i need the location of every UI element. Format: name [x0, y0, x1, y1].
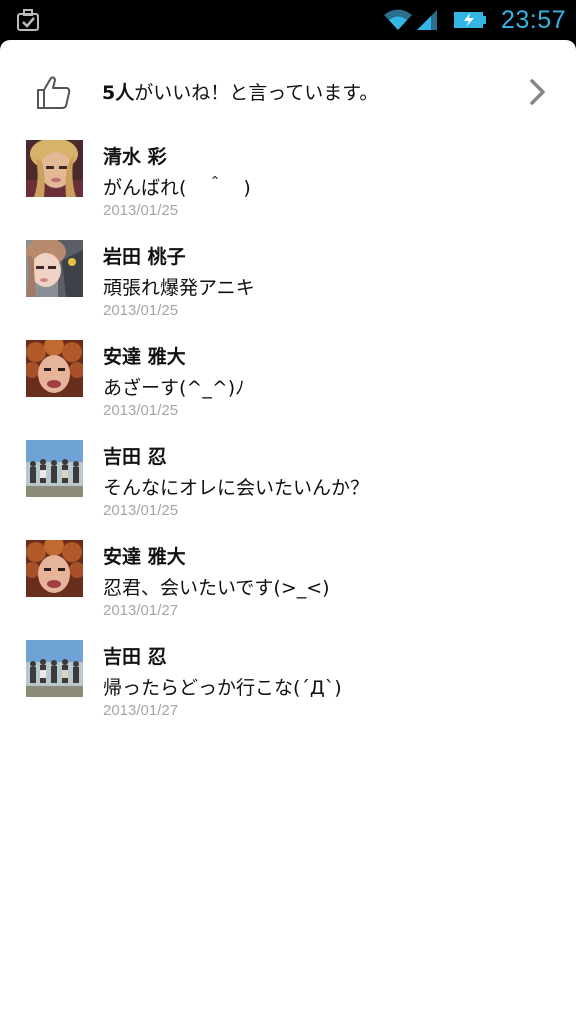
- comment-item: 吉田 忍 そんなにオレに会いたいんか？ 2013/01/25: [0, 440, 576, 536]
- clock: 23:57: [500, 5, 566, 34]
- avatar[interactable]: [26, 540, 83, 597]
- likes-comments-panel: 5人がいいね！と言っています。 清水 彩 がんばれ( ＾ ) 2013/01/2…: [0, 40, 576, 1024]
- commenter-name[interactable]: 安達 雅大: [103, 342, 186, 369]
- comment-date: 2013/01/27: [103, 702, 179, 719]
- battery-charging-icon: [453, 12, 486, 28]
- comment-date: 2013/01/27: [103, 602, 179, 619]
- avatar[interactable]: [26, 640, 83, 697]
- status-bar: 23:57: [0, 0, 576, 40]
- comment-text: そんなにオレに会いたいんか？: [103, 477, 370, 499]
- comment-item: 吉田 忍 帰ったらどっか行こな(´Д`) 2013/01/27: [0, 640, 576, 736]
- commenter-name[interactable]: 安達 雅大: [103, 542, 186, 569]
- comment-text: 帰ったらどっか行こな(´Д`): [103, 677, 342, 699]
- comment-date: 2013/01/25: [103, 202, 179, 219]
- thumbs-up-icon: [37, 76, 71, 109]
- comment-date: 2013/01/25: [103, 402, 179, 419]
- comment-item: 清水 彩 がんばれ( ＾ ) 2013/01/25: [0, 140, 576, 236]
- wifi-icon: [383, 9, 412, 30]
- likes-suffix: がいいね！と言っています。: [134, 82, 379, 104]
- comment-text: がんばれ( ＾ ): [103, 177, 251, 199]
- commenter-name[interactable]: 岩田 桃子: [103, 242, 186, 269]
- likes-count-text: 5人がいいね！と言っています。: [102, 78, 378, 105]
- likes-count: 5人: [102, 82, 135, 104]
- comment-text: 頑張れ爆発アニキ: [103, 277, 255, 299]
- avatar[interactable]: [26, 140, 83, 197]
- signal-icon: [416, 10, 437, 30]
- comment-text: 忍君、会いたいです(>_<): [103, 577, 330, 599]
- commenter-name[interactable]: 清水 彩: [103, 142, 167, 169]
- comment-item: 岩田 桃子 頑張れ爆発アニキ 2013/01/25: [0, 240, 576, 336]
- avatar[interactable]: [26, 240, 83, 297]
- comment-date: 2013/01/25: [103, 302, 179, 319]
- comment-item: 安達 雅大 あざーす(^_^)ﾉ 2013/01/25: [0, 340, 576, 436]
- comment-item: 安達 雅大 忍君、会いたいです(>_<) 2013/01/27: [0, 540, 576, 636]
- comment-text: あざーす(^_^)ﾉ: [103, 377, 245, 399]
- comment-date: 2013/01/25: [103, 502, 179, 519]
- commenter-name[interactable]: 吉田 忍: [103, 442, 167, 469]
- chevron-right-icon[interactable]: [528, 78, 548, 106]
- avatar[interactable]: [26, 340, 83, 397]
- notification-checkmark-icon: [17, 9, 39, 31]
- avatar[interactable]: [26, 440, 83, 497]
- commenter-name[interactable]: 吉田 忍: [103, 642, 167, 669]
- likes-summary-row[interactable]: 5人がいいね！と言っています。: [0, 40, 576, 144]
